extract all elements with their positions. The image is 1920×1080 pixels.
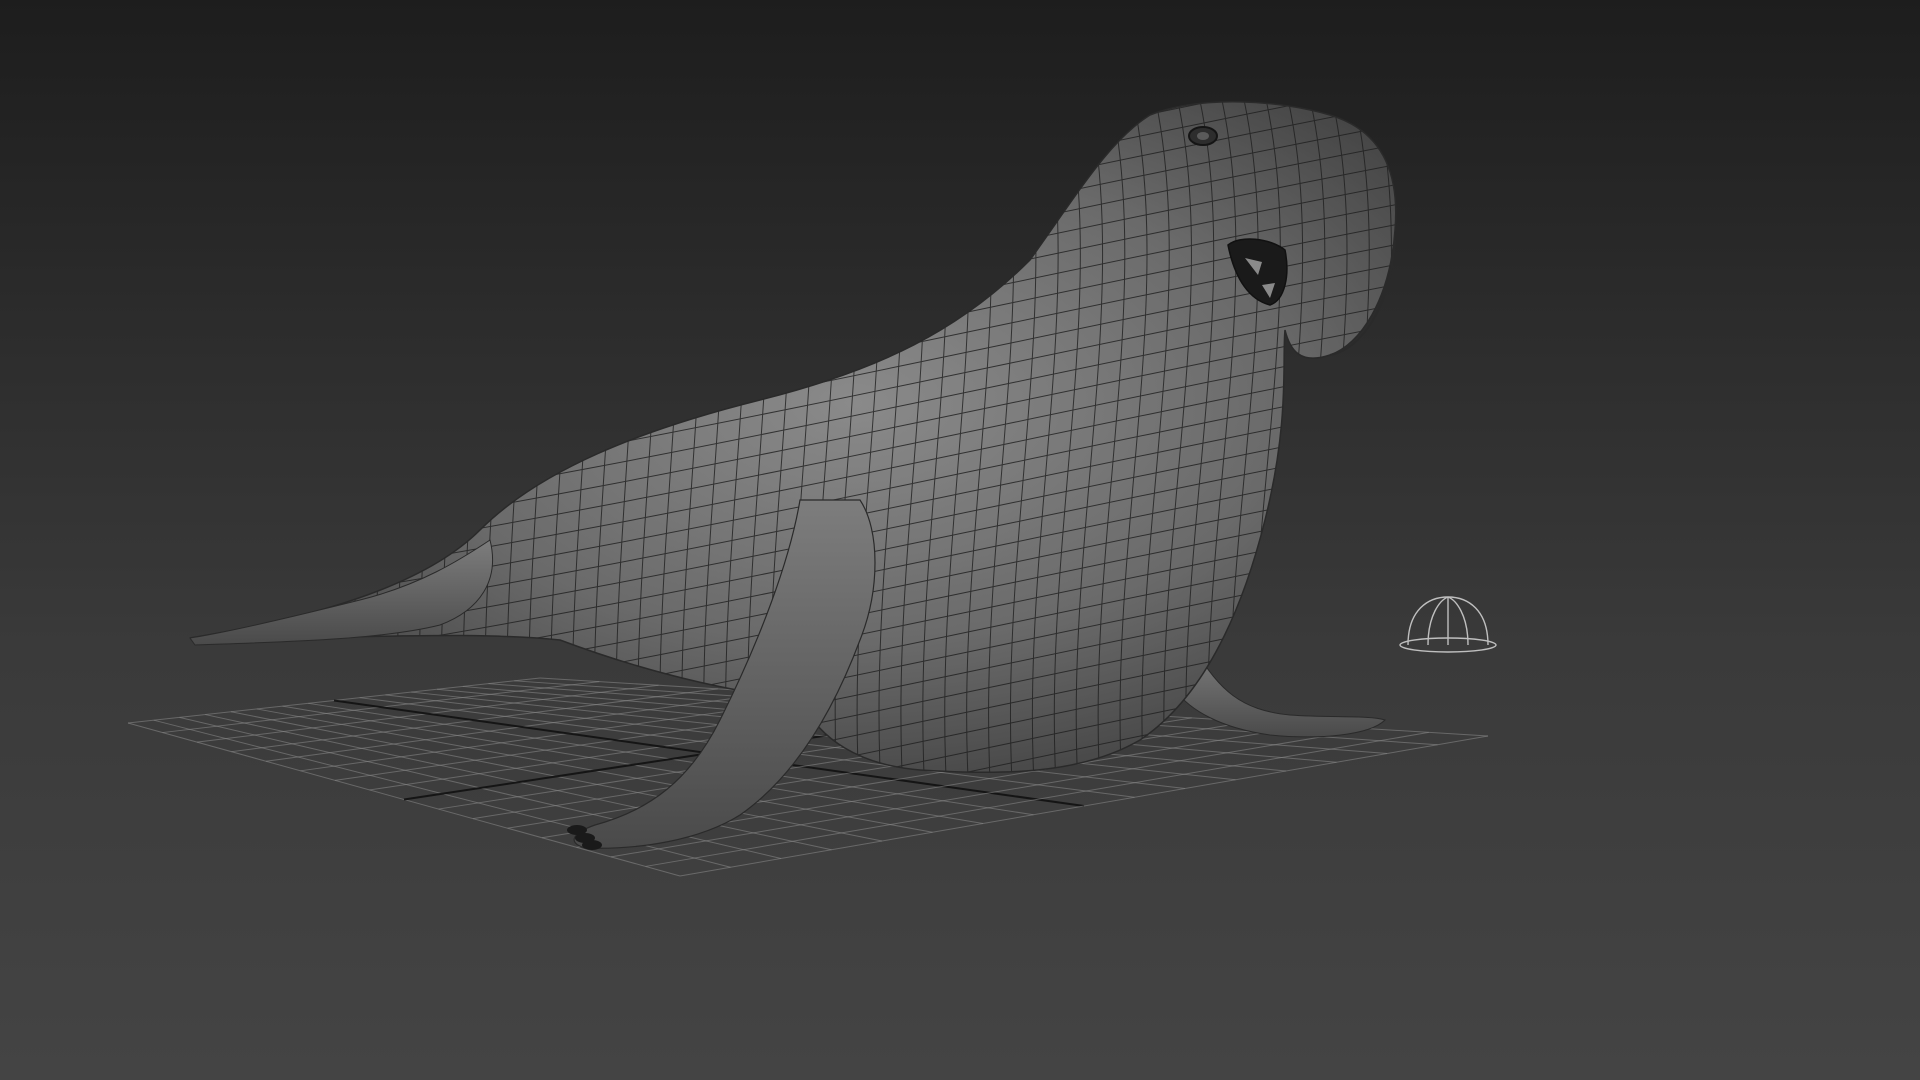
3d-viewport[interactable] — [0, 0, 1920, 1080]
dome-light-icon[interactable] — [1399, 596, 1497, 653]
wire-edge — [190, 759, 1396, 773]
wire-edge — [221, 101, 237, 773]
wire-edge — [190, 739, 1396, 773]
wire-edge — [484, 101, 504, 773]
wire-edge — [506, 101, 526, 773]
wire-edge — [199, 101, 215, 773]
wire-edge — [330, 101, 348, 773]
wire-edge — [264, 101, 281, 773]
scene-canvas[interactable] — [0, 0, 1920, 1080]
wire-edge — [242, 101, 259, 773]
wire-edge — [150, 780, 1420, 1020]
wire-edge — [396, 101, 415, 773]
wire-edge — [286, 101, 304, 773]
wire-edge — [440, 101, 459, 773]
seal-body — [150, 101, 1420, 1020]
